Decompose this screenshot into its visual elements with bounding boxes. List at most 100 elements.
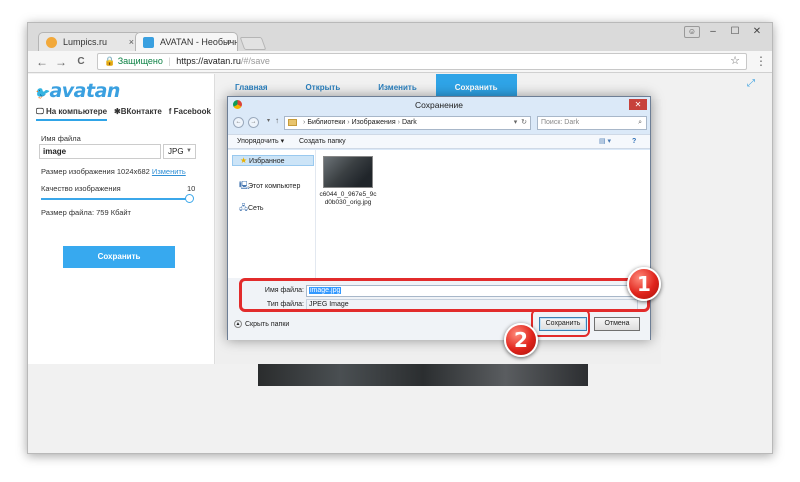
callout-badge-1: 1	[627, 267, 661, 301]
quality-slider-handle[interactable]	[185, 194, 194, 203]
dialog-close-icon[interactable]: ✕	[629, 99, 647, 110]
image-size-label: Размер изображения 1024x682	[41, 167, 150, 176]
new-tab-button[interactable]	[239, 37, 267, 50]
path-refresh-icon[interactable]: ▾ ↻	[514, 117, 527, 129]
forward-icon[interactable]: →	[53, 54, 69, 70]
dialog-back-icon[interactable]: ←	[233, 117, 244, 128]
dialog-command-bar: Упорядочить ▾ Создать папку ▤ ▾ ?	[228, 134, 650, 149]
file-size-label: Размер файла: 759 Кбайт	[41, 208, 131, 217]
reload-icon[interactable]: C	[73, 54, 89, 70]
dialog-search-input[interactable]: Поиск: Dark ⌕	[537, 116, 647, 130]
profile-icon[interactable]: ☺	[684, 26, 700, 38]
file-name-caption[interactable]: c6044_0_967e5_9c d0b030_orig.jpg	[318, 191, 378, 207]
quality-label: Качество изображения	[41, 184, 121, 193]
dialog-recent-icon[interactable]: ▾	[263, 117, 274, 128]
view-options-icon[interactable]: ▤ ▾	[599, 135, 611, 149]
lumpics-favicon-icon	[46, 37, 57, 48]
chevron-down-icon: ▼	[186, 148, 192, 154]
new-folder-button[interactable]: Создать папку	[299, 135, 346, 149]
dialog-file-area: ★ Избранное 🖳Этот компьютер 🖧Сеть c6044_0…	[228, 150, 650, 278]
callout-highlight-save	[531, 309, 590, 337]
tab-facebook[interactable]: f Facebook	[169, 107, 211, 121]
dialog-path-bar[interactable]: › Библиотеки › Изображения › Dark ▾ ↻	[284, 116, 531, 130]
image-size-info: Размер изображения 1024x682 Изменить	[41, 167, 186, 176]
tab-vk[interactable]: ✱ВКонтакте	[114, 107, 162, 121]
callout-highlight-filename	[239, 278, 650, 312]
search-placeholder: Поиск: Dark	[541, 119, 580, 126]
format-value: JPG	[168, 147, 184, 156]
image-preview	[258, 364, 588, 386]
expand-icon[interactable]: ⤢	[747, 78, 755, 89]
maximize-icon[interactable]: ☐	[726, 25, 744, 39]
address-bar[interactable]: 🔒 Защищено | https://avatan.ru/#/save ☆	[97, 53, 747, 70]
navigation-pane: ★ Избранное 🖳Этот компьютер 🖧Сеть	[228, 150, 316, 278]
computer-icon: 🖳	[239, 181, 250, 190]
avatan-logo[interactable]: 🐦avatan	[34, 80, 120, 102]
path-segment[interactable]: Изображения	[352, 119, 396, 126]
tree-favorites[interactable]: ★ Избранное	[232, 155, 314, 166]
folder-icon	[288, 118, 297, 126]
path-arrow-icon: ›	[303, 119, 306, 126]
minimize-icon[interactable]: –	[704, 25, 722, 39]
file-thumbnail[interactable]	[323, 156, 373, 188]
organize-menu[interactable]: Упорядочить ▾	[237, 135, 284, 149]
tab-title: Lumpics.ru	[63, 37, 108, 47]
dialog-title: Сохранение	[414, 100, 464, 110]
hide-folders-label: Скрыть папки	[245, 320, 290, 328]
quality-slider-track[interactable]	[41, 198, 189, 200]
vk-icon: ✱	[114, 107, 121, 116]
network-icon: 🖧	[239, 203, 248, 212]
path-segment[interactable]: Dark	[402, 119, 417, 126]
tab-lumpics[interactable]: Lumpics.ru ×	[38, 32, 141, 51]
back-icon[interactable]: ←	[34, 54, 50, 70]
dialog-cancel-button[interactable]: Отмена	[594, 317, 640, 331]
help-icon[interactable]: ?	[632, 135, 636, 149]
source-tabs: 🖵 На компьютере ✱ВКонтакте f Facebook	[36, 107, 211, 121]
bird-logo-icon: 🐦	[34, 86, 49, 100]
filename-input[interactable]: image	[39, 144, 161, 159]
path-segment[interactable]: Библиотеки	[307, 119, 345, 126]
close-icon[interactable]: ✕	[748, 25, 766, 39]
tab-close-icon[interactable]: ×	[129, 33, 134, 51]
address-separator: |	[168, 56, 171, 66]
tree-label: Сеть	[248, 205, 264, 212]
save-settings-panel: 🐦avatan 🖵 На компьютере ✱ВКонтакте f Fac…	[28, 74, 215, 364]
tab-computer[interactable]: 🖵 На компьютере	[36, 107, 108, 121]
address-host: https://avatan.ru	[176, 56, 241, 66]
bookmark-star-icon[interactable]: ☆	[730, 54, 740, 69]
search-icon: ⌕	[638, 119, 642, 126]
path-arrow-icon: ›	[397, 119, 400, 126]
tab-computer-label: На компьютере	[45, 107, 108, 116]
dialog-address-row: ← → ▾ ↑ › Библиотеки › Изображения › Dark ▾ ↻…	[231, 116, 649, 131]
save-button[interactable]: Сохранить	[63, 246, 175, 268]
browser-toolbar: ← → C 🔒 Защищено | https://avatan.ru/#/s…	[28, 51, 772, 73]
change-size-link[interactable]: Изменить	[152, 167, 186, 176]
callout-badge-2: 2	[504, 323, 538, 357]
tab-close-icon[interactable]: ×	[226, 33, 231, 51]
secure-label: Защищено	[117, 56, 163, 66]
quality-value: 10	[187, 184, 196, 193]
tree-this-pc[interactable]: 🖳Этот компьютер	[239, 180, 300, 194]
hide-folders-toggle[interactable]: ▲ Скрыть папки	[234, 320, 289, 328]
dialog-forward-icon[interactable]: →	[248, 117, 259, 128]
tab-facebook-label: Facebook	[173, 107, 211, 116]
tab-avatan[interactable]: AVATAN - Необычный ф ×	[135, 32, 238, 51]
dialog-up-icon[interactable]: ↑	[275, 116, 279, 125]
path-arrow-icon: ›	[347, 119, 350, 126]
address-path: /#/save	[240, 56, 270, 66]
window-controls: ☺ – ☐ ✕	[684, 25, 766, 39]
format-select[interactable]: JPG ▼	[163, 144, 196, 159]
logo-text: avatan	[49, 80, 120, 102]
tree-network[interactable]: 🖧Сеть	[239, 202, 264, 216]
avatan-favicon-icon	[143, 37, 154, 48]
star-icon: ★	[240, 156, 248, 165]
filename-label: Имя файла	[41, 134, 81, 143]
tree-label: Этот компьютер	[248, 183, 301, 190]
lock-icon: 🔒	[104, 56, 116, 66]
chevron-up-icon: ▲	[234, 320, 242, 328]
tab-vk-label: ВКонтакте	[120, 107, 162, 116]
tab-strip: Lumpics.ru × AVATAN - Необычный ф × ☺ – …	[28, 23, 772, 51]
tree-label: Избранное	[249, 158, 285, 165]
monitor-icon: 🖵	[36, 107, 46, 116]
browser-menu-icon[interactable]: ⋮	[755, 54, 767, 68]
